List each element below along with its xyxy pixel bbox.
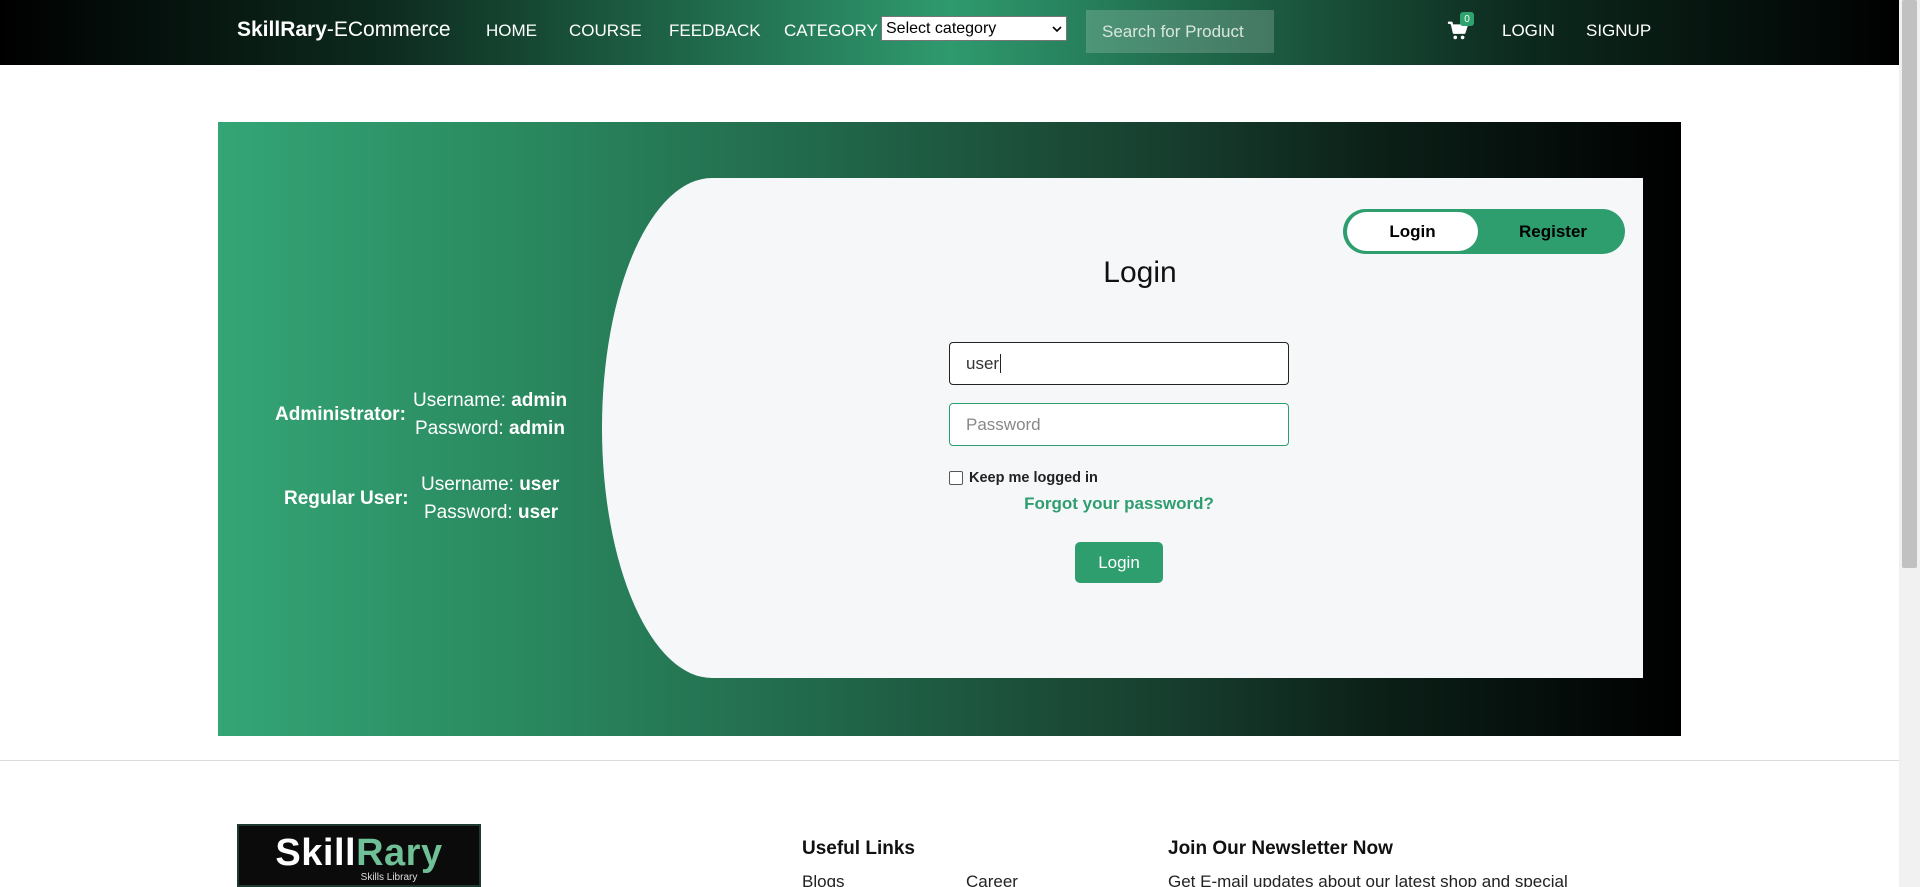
newsletter-heading: Join Our Newsletter Now	[1168, 838, 1393, 859]
nav-category-link[interactable]: CATEGORY	[784, 21, 878, 41]
category-select-value: Select category	[886, 19, 997, 37]
user-username-label: Username:	[421, 474, 520, 495]
password-placeholder: Password	[966, 414, 1041, 434]
brand-logo[interactable]: SkillRary-ECommerce	[237, 18, 451, 42]
logo-skill: Skill	[275, 832, 357, 874]
footer-divider	[0, 760, 1899, 761]
logo-rary: Rary	[356, 832, 443, 874]
search-placeholder: Search for Product	[1102, 21, 1244, 41]
footer-link-career[interactable]: Career	[966, 872, 1018, 887]
category-select[interactable]: Select category	[881, 16, 1067, 41]
newsletter-text: Get E-mail updates about our latest shop…	[1168, 872, 1568, 887]
nav-login-link[interactable]: LOGIN	[1502, 21, 1555, 41]
admin-username-value: admin	[511, 390, 568, 411]
user-username-line: Username: user	[421, 474, 559, 496]
keep-logged-in-label[interactable]: Keep me logged in	[969, 470, 1098, 486]
search-input[interactable]: Search for Product	[1086, 10, 1274, 53]
user-password-line: Password: user	[424, 502, 558, 524]
user-username-value: user	[519, 474, 560, 495]
chevron-down-icon	[1052, 25, 1062, 32]
brand-bold: SkillRary	[237, 18, 327, 41]
admin-role-label: Administrator:	[275, 404, 406, 425]
top-navbar: SkillRary-ECommerce HOME COURSE FEEDBACK…	[0, 0, 1899, 65]
login-title: Login	[1103, 256, 1177, 289]
nav-signup-link[interactable]: SIGNUP	[1586, 21, 1651, 41]
forgot-password-link[interactable]: Forgot your password?	[1000, 494, 1238, 514]
keep-logged-in-row: Keep me logged in	[949, 470, 1098, 486]
nav-feedback-link[interactable]: FEEDBACK	[669, 21, 761, 41]
brand-rest: -ECommerce	[326, 18, 451, 41]
nav-course-link[interactable]: COURSE	[569, 21, 642, 41]
admin-username-label: Username:	[413, 390, 512, 411]
username-value: user	[966, 353, 1000, 373]
useful-links-heading: Useful Links	[802, 838, 915, 859]
toggle-login-button[interactable]: Login	[1347, 212, 1478, 251]
user-password-label: Password:	[424, 502, 518, 523]
admin-password-label: Password:	[415, 418, 509, 439]
admin-password-line: Password: admin	[415, 418, 565, 440]
footer-link-blogs[interactable]: Blogs	[802, 872, 845, 887]
keep-logged-in-checkbox[interactable]	[949, 471, 963, 485]
nav-home-link[interactable]: HOME	[486, 21, 537, 41]
cart-count-badge: 0	[1460, 12, 1474, 26]
text-caret	[1000, 354, 1002, 373]
username-input[interactable]: user	[949, 342, 1289, 385]
scrollbar-thumb[interactable]	[1902, 0, 1917, 568]
admin-username-line: Username: admin	[413, 390, 567, 412]
footer-logo: SkillRary Skills Library	[237, 824, 481, 887]
login-submit-button[interactable]: Login	[1075, 542, 1163, 583]
toggle-register-button[interactable]: Register	[1488, 212, 1618, 251]
user-password-value: user	[517, 502, 559, 523]
user-role-label: Regular User:	[284, 488, 409, 509]
password-input[interactable]: Password	[949, 403, 1289, 446]
admin-password-value: admin	[508, 418, 565, 439]
page: SkillRary-ECommerce HOME COURSE FEEDBACK…	[0, 0, 1920, 887]
